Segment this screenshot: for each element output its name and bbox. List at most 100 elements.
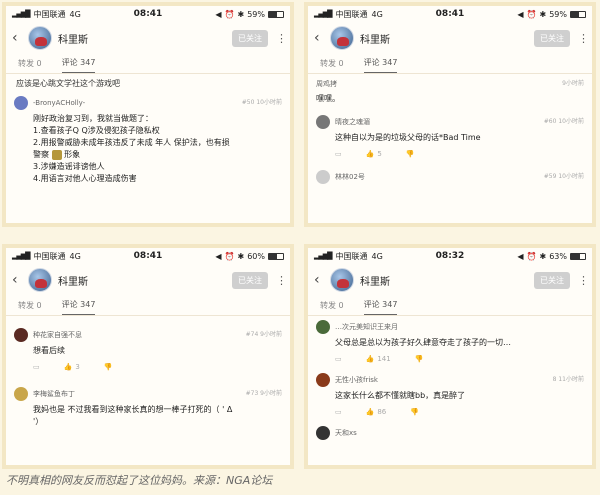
comment-item: 林林02号 #59 10小时前 [316, 170, 584, 184]
phone-screen: ▂▄▆█ 中国联通 4G 08:41 ◀ ⏰ ✱ 60% ‹ 科里斯 已关注 ⋮ 转发 0… [6, 248, 290, 465]
comment-bubble-icon: ▭ [335, 150, 342, 158]
comment-meta: 9小时前 [562, 80, 584, 87]
back-arrow-icon[interactable]: ‹ [314, 30, 328, 46]
comment-text: 这种自以为是的垃圾父母的话*Bad Time [335, 133, 481, 142]
profile-header: ‹ 科里斯 已关注 ⋮ [308, 264, 592, 296]
signal-icon: ▂▄▆█ [314, 10, 333, 18]
bluetooth-icon: ✱ [539, 251, 547, 261]
commenter-name[interactable]: 天和xs [335, 427, 584, 439]
tab-comments[interactable]: 评论 347 [363, 299, 398, 315]
username: 科里斯 [360, 276, 390, 288]
alarm-icon: ⏰ [526, 9, 537, 19]
carrier-label: 中国联通 [335, 9, 368, 19]
back-arrow-icon[interactable]: ‹ [12, 30, 26, 46]
image-caption: 不明真相的网友反而怼起了这位妈妈。来源：NGA论坛 [6, 474, 273, 487]
commenter-name[interactable]: -BronyACHolly- [33, 97, 237, 109]
dislike-button[interactable]: 👎 [406, 148, 415, 160]
tab-comments[interactable]: 评论 347 [61, 57, 96, 73]
thumbs-up-icon: 👍 [365, 355, 375, 363]
more-options-icon[interactable]: ⋮ [578, 274, 589, 287]
reply-button[interactable]: ▭ [335, 148, 342, 160]
battery-percent: 60% [247, 251, 265, 261]
more-options-icon[interactable]: ⋮ [276, 274, 287, 287]
signal-icon: ▂▄▆█ [314, 252, 333, 260]
like-button[interactable]: 👍 141 [366, 353, 391, 365]
dislike-button[interactable]: 👎 [415, 353, 424, 365]
dislike-button[interactable]: 👎 [410, 406, 419, 418]
comment-bubble-icon: ▭ [335, 355, 342, 363]
commenter-avatar[interactable] [14, 387, 28, 401]
alarm-icon: ⏰ [224, 9, 235, 19]
tab-comments[interactable]: 评论 347 [61, 299, 96, 315]
police-emoji-icon [51, 149, 62, 160]
comment-text: 我妈也是 不过我看到这种家长真的想一棒子打死的（ ' Δ [33, 405, 233, 414]
thumbs-down-icon: 👎 [410, 408, 419, 416]
thumbs-down-icon: 👎 [103, 363, 113, 371]
comment-item: 李梅鲨鱼布丁 #73 9小时前 我妈也是 不过我看到这种家长真的想一棒子打死的（… [14, 387, 282, 428]
commenter-avatar[interactable] [316, 373, 330, 387]
carrier-label: 中国联通 [33, 9, 66, 19]
like-button[interactable]: 👍 5 [366, 148, 382, 160]
reply-button[interactable]: ▭ [335, 353, 342, 365]
commenter-name[interactable]: 周鸡拷 [316, 78, 557, 90]
commenter-name[interactable]: 林林02号 [335, 171, 539, 183]
comment-item: 晴夜之魂湄 #60 10小时前 这种自以为是的垃圾父母的话*Bad Time ▭… [316, 115, 584, 160]
follow-button[interactable]: 已关注 [534, 29, 570, 47]
more-options-icon[interactable]: ⋮ [578, 32, 589, 45]
status-time: 08:41 [133, 251, 163, 261]
status-time: 08:32 [435, 251, 465, 261]
commenter-name[interactable]: 李梅鲨鱼布丁 [33, 388, 241, 400]
network-label: 4G [371, 251, 383, 261]
commenter-avatar[interactable] [14, 328, 28, 342]
tab-repost[interactable]: 转发 0 [320, 58, 344, 73]
screenshot-panel: ▂▄▆█ 中国联通 4G 08:41 ◀ ⏰ ✱ 59% ‹ 科里斯 已关注 ⋮ 转发 0… [304, 2, 596, 227]
avatar[interactable] [28, 26, 52, 50]
phone-screen: ▂▄▆█ 中国联通 4G 08:41 ◀ ⏰ ✱ 59% ‹ 科里斯 已关注 ⋮ 转发 0… [308, 6, 592, 223]
dislike-button[interactable]: 👎 [104, 361, 113, 373]
commenter-name[interactable]: …次元美知识王来月 [335, 321, 579, 333]
phone-screen: ▂▄▆█ 中国联通 4G 08:41 ◀ ⏰ ✱ 59% ‹ 科里斯 已关注 ⋮ 转发 0… [6, 6, 290, 223]
tab-repost[interactable]: 转发 0 [320, 300, 344, 315]
follow-button[interactable]: 已关注 [232, 271, 268, 289]
battery-icon [268, 252, 284, 260]
comment-list: 种花家自强不息 #74 9小时前 想看后续 ▭ 👍 3 👎 李梅鲨鱼布丁 #73 … [6, 316, 290, 438]
like-button[interactable]: 👍 86 [366, 406, 387, 418]
profile-header: ‹ 科里斯 已关注 ⋮ [6, 264, 290, 296]
post-tabs: 转发 0 评论 347 [308, 54, 592, 74]
tab-comments[interactable]: 评论 347 [363, 57, 398, 73]
comment-list: …次元美知识王来月 父母总是总以为孩子好久肆意夺走了孩子的一切… ▭ 👍 141 … [308, 316, 592, 450]
follow-button[interactable]: 已关注 [232, 29, 268, 47]
tab-repost[interactable]: 转发 0 [18, 58, 42, 73]
status-bar: ▂▄▆█ 中国联通 4G 08:32 ◀ ⏰ ✱ 63% [308, 248, 592, 264]
status-bar: ▂▄▆█ 中国联通 4G 08:41 ◀ ⏰ ✱ 59% [308, 6, 592, 22]
commenter-name[interactable]: 晴夜之魂湄 [335, 116, 539, 128]
reply-button[interactable]: ▭ [33, 361, 40, 373]
commenter-name[interactable]: 种花家自强不息 [33, 329, 241, 341]
commenter-avatar[interactable] [316, 320, 330, 334]
commenter-avatar[interactable] [316, 426, 330, 440]
avatar[interactable] [28, 268, 52, 292]
username: 科里斯 [58, 276, 88, 288]
back-arrow-icon[interactable]: ‹ [12, 272, 26, 288]
alarm-icon: ⏰ [224, 251, 235, 261]
back-arrow-icon[interactable]: ‹ [314, 272, 328, 288]
commenter-name[interactable]: 无性小孩frisk [335, 374, 548, 386]
commenter-avatar[interactable] [14, 96, 28, 110]
comment-meta: #59 10小时前 [543, 173, 584, 180]
like-button[interactable]: 👍 3 [64, 361, 80, 373]
reply-button[interactable]: ▭ [335, 406, 342, 418]
thumbs-up-icon: 👍 [365, 408, 375, 416]
follow-button[interactable]: 已关注 [534, 271, 570, 289]
commenter-avatar[interactable] [316, 115, 330, 129]
status-time: 08:41 [435, 9, 465, 19]
alarm-icon: ⏰ [526, 251, 537, 261]
more-options-icon[interactable]: ⋮ [276, 32, 287, 45]
carrier-label: 中国联通 [33, 251, 66, 261]
network-label: 4G [69, 9, 81, 19]
avatar[interactable] [330, 268, 354, 292]
tab-repost[interactable]: 转发 0 [18, 300, 42, 315]
signal-icon: ▂▄▆█ [12, 10, 31, 18]
comment-list: 应该是心跳文学社这个游戏吧 -BronyACHolly- #50 10小时前 刚… [6, 74, 290, 195]
avatar[interactable] [330, 26, 354, 50]
commenter-avatar[interactable] [316, 170, 330, 184]
